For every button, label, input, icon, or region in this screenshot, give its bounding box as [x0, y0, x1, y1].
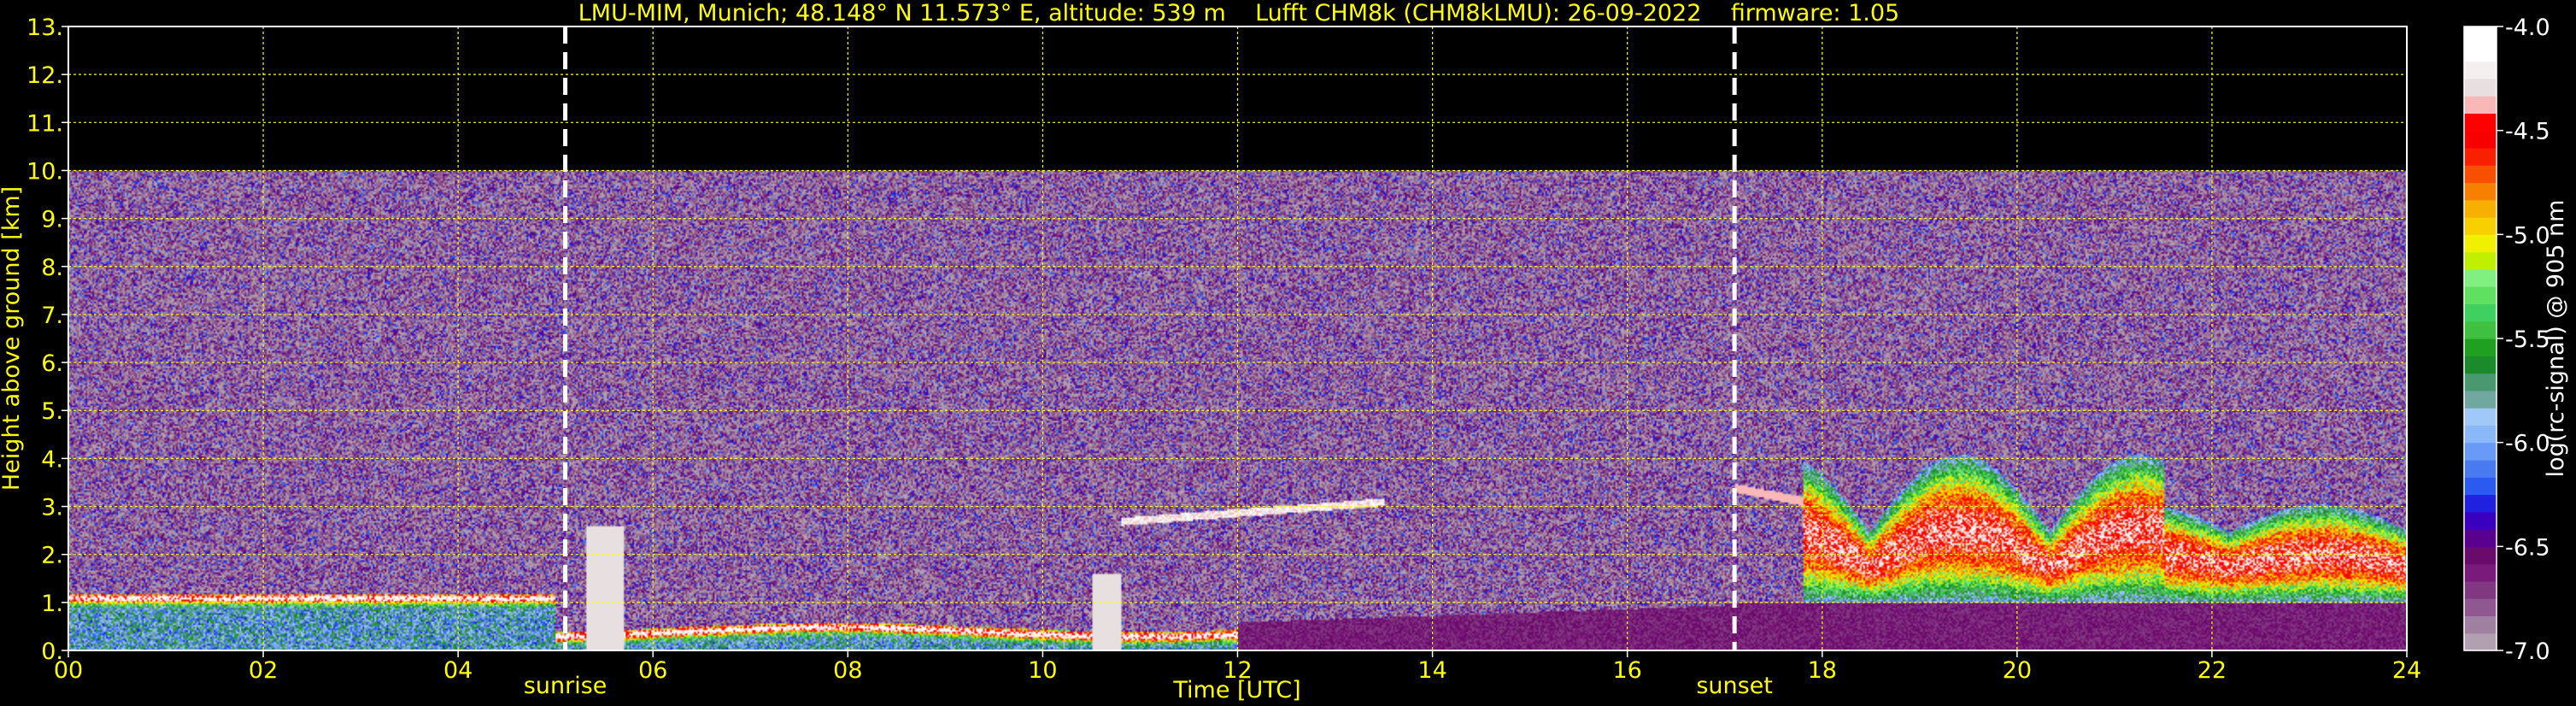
colorbar-band: [2464, 529, 2497, 547]
colorbar-band: [2464, 44, 2497, 62]
ceilometer-figure: LMU-MIM, Munich; 48.148° N 11.573° E, al…: [0, 0, 2576, 706]
x-tick-label: 10: [1028, 657, 1057, 684]
colorbar-tick-label: -4.0: [2505, 15, 2550, 41]
colorbar-band: [2464, 217, 2497, 235]
x-tick-label: 02: [249, 657, 278, 684]
x-axis-label: Time [UTC]: [1172, 677, 1300, 703]
y-tick-label: 11.: [26, 110, 63, 137]
y-tick-label: 4.: [41, 446, 63, 473]
y-tick-label: 1.: [41, 591, 63, 617]
x-tick-label: 24: [2392, 657, 2421, 684]
y-tick-label: 6.: [41, 350, 63, 377]
x-tick-label: 08: [833, 657, 862, 684]
colorbar-band: [2464, 580, 2497, 599]
colorbar-band: [2464, 598, 2497, 617]
y-tick-label: 5.: [41, 398, 63, 425]
colorbar-band: [2464, 199, 2497, 218]
colorbar-band: [2464, 511, 2497, 530]
x-tick-label: 00: [54, 657, 83, 684]
colorbar-band: [2464, 442, 2497, 461]
colorbar-band: [2464, 268, 2497, 287]
colorbar-band: [2464, 147, 2497, 166]
sunset-label: sunset: [1696, 673, 1773, 699]
colorbar-band: [2464, 356, 2497, 374]
y-tick-label: 13.: [26, 15, 63, 41]
y-tick-label: 2.: [41, 543, 63, 569]
colorbar-tick-label: -4.5: [2505, 119, 2550, 145]
y-tick-label: 3.: [41, 495, 63, 521]
colorbar-band: [2464, 165, 2497, 184]
colorbar-label: log(rc-signal) @ 905 nm: [2543, 200, 2569, 478]
chart-title: LMU-MIM, Munich; 48.148° N 11.573° E, al…: [578, 0, 1899, 26]
x-tick-label: 14: [1417, 657, 1446, 684]
colorbar-band: [2464, 615, 2497, 634]
colorbar-band: [2464, 390, 2497, 409]
colorbar-bands: [2464, 26, 2497, 651]
x-tick-label: 06: [638, 657, 667, 684]
colorbar-band: [2464, 251, 2497, 270]
x-tick-label: 16: [1612, 657, 1641, 684]
y-tick-label: 12.: [26, 62, 63, 89]
colorbar-band: [2464, 373, 2497, 391]
colorbar-band: [2464, 182, 2497, 201]
colorbar-band: [2464, 338, 2497, 356]
colorbar-band: [2464, 96, 2497, 114]
colorbar-band: [2464, 113, 2497, 132]
colorbar-band: [2464, 286, 2497, 305]
colorbar-band: [2464, 477, 2497, 496]
colorbar-band: [2464, 546, 2497, 565]
colorbar-band: [2464, 78, 2497, 97]
colorbar-band: [2464, 632, 2497, 651]
y-tick-label: 10.: [26, 158, 63, 185]
colorbar-band: [2464, 494, 2497, 513]
y-axis-label: Height above ground [km]: [0, 186, 25, 491]
colorbar-tick-label: -7.0: [2505, 638, 2550, 665]
y-tick-label: 7.: [41, 303, 63, 329]
x-tick-label: 18: [1808, 657, 1837, 684]
x-tick-label: 04: [443, 657, 472, 684]
colorbar-band: [2464, 61, 2497, 79]
colorbar-band: [2464, 459, 2497, 478]
y-tick-label: 8.: [41, 255, 63, 281]
colorbar-band: [2464, 26, 2497, 44]
colorbar-band: [2464, 321, 2497, 339]
x-tick-label: 20: [2003, 657, 2032, 684]
colorbar-tick-label: -6.5: [2505, 534, 2550, 561]
colorbar-band: [2464, 563, 2497, 582]
y-tick-label: 9.: [41, 207, 63, 233]
colorbar-band: [2464, 130, 2497, 149]
sunrise-label: sunrise: [524, 673, 607, 699]
colorbar-band: [2464, 234, 2497, 253]
colorbar-band: [2464, 408, 2497, 426]
colorbar-band: [2464, 425, 2497, 444]
x-tick-label: 22: [2198, 657, 2227, 684]
colorbar-band: [2464, 303, 2497, 322]
